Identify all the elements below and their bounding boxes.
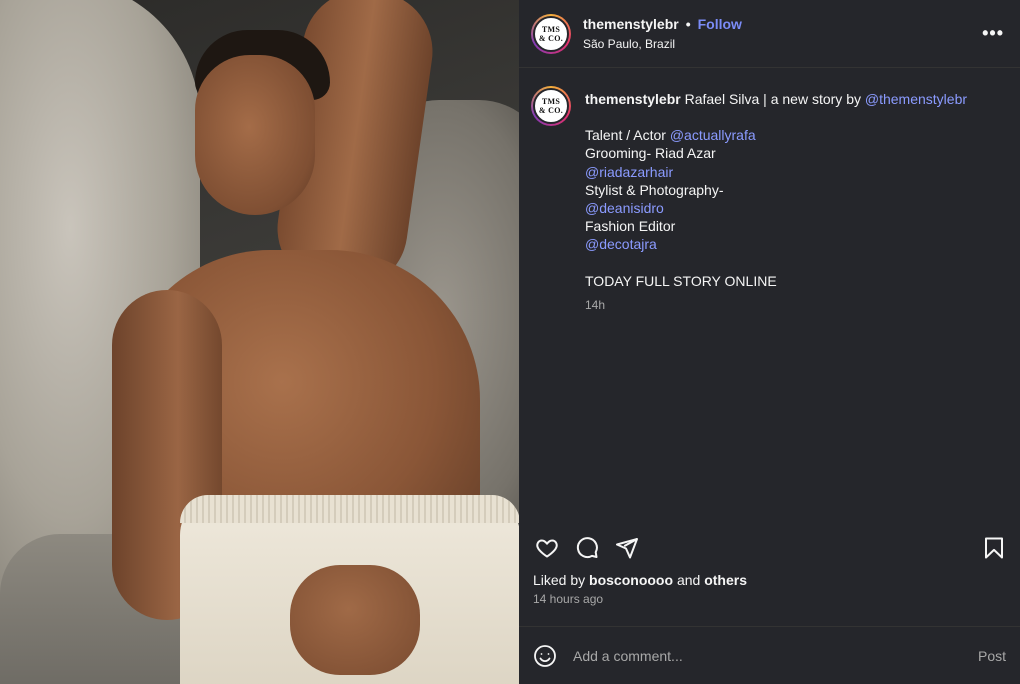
header-text: themenstylebr • Follow São Paulo, Brazil (583, 16, 742, 51)
photo-figure-head (195, 55, 315, 215)
caption-line: Grooming- Riad Azar (585, 145, 716, 162)
mention-link[interactable]: @riadazarhair (585, 163, 967, 181)
share-icon[interactable] (613, 534, 641, 562)
comment-icon[interactable] (573, 534, 601, 562)
likes-summary: Liked by bosconoooo and others (519, 572, 1020, 588)
mention-link[interactable]: @themenstylebr (865, 91, 967, 107)
avatar-logo-line: TMS (541, 24, 561, 34)
likes-and: and (676, 572, 701, 588)
caption-line: Stylist & Photography- (585, 181, 724, 198)
likes-prefix: Liked by (533, 572, 586, 588)
post-header: TMS & CO. themenstylebr • Follow São Pau… (519, 0, 1020, 68)
likes-others-link[interactable]: others (704, 572, 747, 588)
mention-link[interactable]: @decotajra (585, 235, 967, 253)
post-photo[interactable] (0, 0, 519, 684)
caption-intro: Rafael Silva | a new story by (684, 91, 861, 107)
follow-button[interactable]: Follow (698, 16, 742, 32)
heart-icon[interactable] (533, 534, 561, 562)
username-link[interactable]: themenstylebr (583, 16, 679, 32)
caption-age[interactable]: 14h (585, 296, 967, 314)
avatar-logo: TMS & CO. (533, 15, 569, 52)
caption-area: TMS & CO. themenstylebr Rafael Silva | a… (519, 68, 1020, 522)
mention-link[interactable]: @actuallyrafa (670, 127, 756, 143)
avatar[interactable]: TMS & CO. (531, 86, 571, 126)
caption-line: Fashion Editor (585, 218, 676, 235)
more-options-icon[interactable]: ••• (982, 23, 1004, 44)
emoji-icon[interactable] (533, 644, 557, 668)
post-side-panel: TMS & CO. themenstylebr • Follow São Pau… (519, 0, 1020, 684)
header-top-row: themenstylebr • Follow (583, 16, 742, 32)
avatar[interactable]: TMS & CO. (531, 13, 571, 54)
location-link[interactable]: São Paulo, Brazil (583, 37, 742, 51)
avatar-logo-line: & CO. (538, 33, 564, 43)
caption-line: TODAY FULL STORY ONLINE (585, 272, 777, 289)
caption-username[interactable]: themenstylebr (585, 91, 681, 107)
liker-username[interactable]: bosconoooo (589, 572, 673, 588)
separator-dot: • (685, 16, 691, 32)
bookmark-icon[interactable] (980, 534, 1008, 562)
post-dialog: TMS & CO. themenstylebr • Follow São Pau… (0, 0, 1020, 684)
avatar-logo: TMS & CO. (533, 88, 569, 124)
caption-text: themenstylebr Rafael Silva | a new story… (585, 86, 967, 522)
avatar-logo-line: & CO. (538, 106, 564, 115)
post-comment-button[interactable]: Post (978, 648, 1006, 664)
action-bar (519, 522, 1020, 572)
avatar-logo-line: TMS (541, 97, 561, 106)
photo-figure-hand (290, 565, 420, 675)
post-timestamp[interactable]: 14 hours ago (519, 588, 1020, 606)
caption-line: Talent / Actor (585, 127, 666, 144)
mention-link[interactable]: @deanisidro (585, 199, 967, 217)
comment-input[interactable] (573, 647, 978, 664)
comment-bar: Post (519, 626, 1020, 684)
